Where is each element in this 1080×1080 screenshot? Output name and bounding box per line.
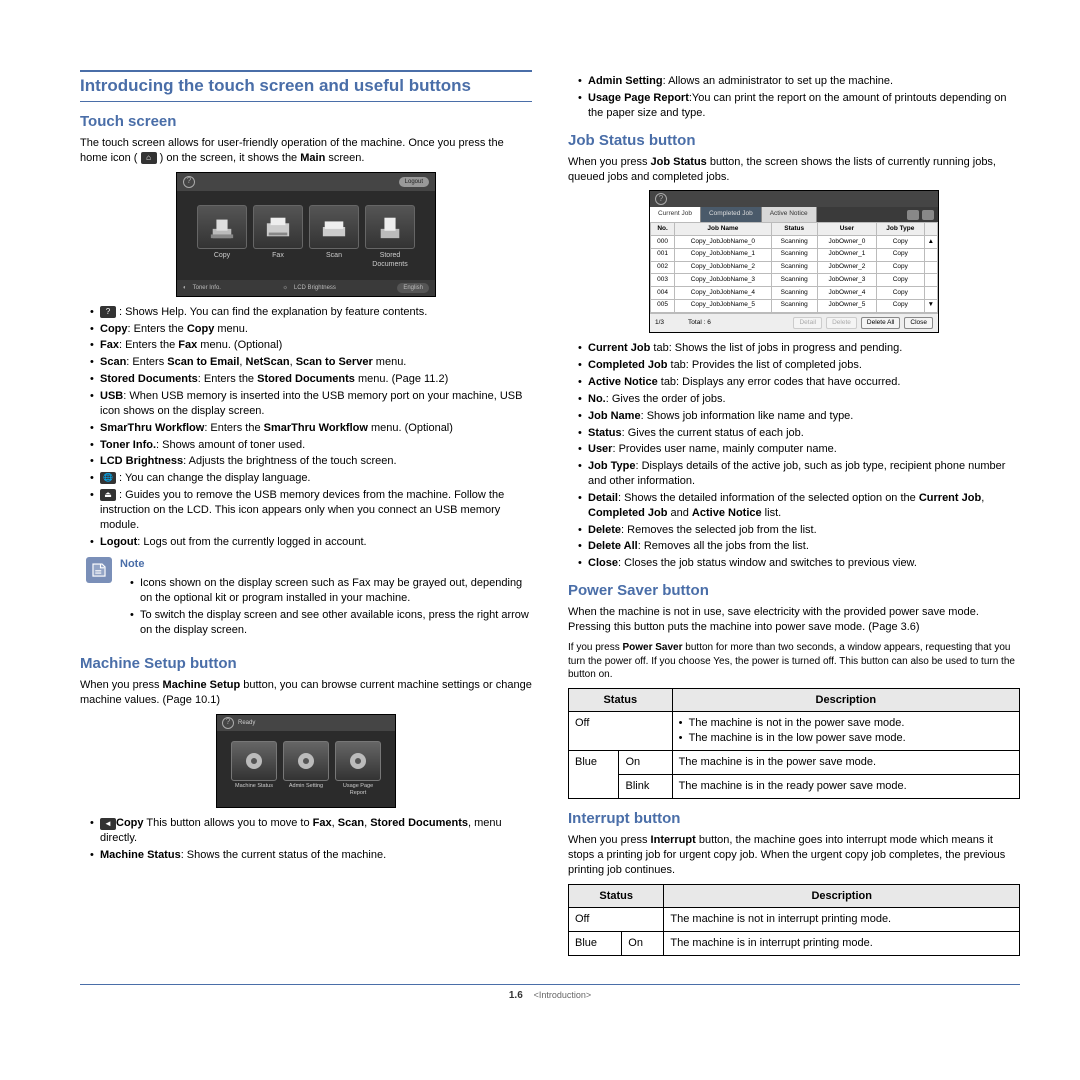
right-top-bullets: Admin Setting: Allows an administrator t… xyxy=(578,74,1020,121)
job-status-mock: ? Current Job Completed Job Active Notic… xyxy=(649,190,939,333)
back-icon: ◄ xyxy=(100,818,116,830)
delete-all-button: Delete All xyxy=(861,317,900,330)
chapter-label: <Introduction> xyxy=(534,990,592,1000)
touch-bullet-list: ? : Shows Help. You can find the explana… xyxy=(90,305,532,550)
job-total: Total : 6 xyxy=(688,319,711,328)
page-footer: 1.6 <Introduction> xyxy=(80,984,1020,1003)
eject-icon: ⏏ xyxy=(100,489,116,501)
job-page-indicator: 1/3 xyxy=(655,319,664,328)
touch-screen-mock: ? Logout CopyFaxScanStored Documents ◐To… xyxy=(176,172,436,297)
interrupt-table: StatusDescriptionOffThe machine is not i… xyxy=(568,884,1020,957)
close-button: Close xyxy=(904,317,933,330)
help-icon: ? xyxy=(183,176,195,188)
power-saver-p1: When the machine is not in use, save ele… xyxy=(568,605,1020,635)
msetup-bullet-list: ◄Copy This button allows you to move to … xyxy=(90,816,532,863)
main-heading: Introducing the touch screen and useful … xyxy=(80,70,532,102)
interrupt-intro: When you press Interrupt button, the mac… xyxy=(568,833,1020,878)
tab-active-notice: Active Notice xyxy=(762,207,817,222)
touch-screen-heading: Touch screen xyxy=(80,112,532,132)
machine-setup-mock: ?Ready Machine StatusAdmin SettingUsage … xyxy=(216,714,396,809)
touch-intro-bold: Main xyxy=(300,152,325,164)
tab-completed-job: Completed Job xyxy=(701,207,762,222)
note-icon xyxy=(86,557,112,583)
language-label: English xyxy=(397,283,429,293)
home-icon: ⌂ xyxy=(141,152,157,164)
interrupt-heading: Interrupt button xyxy=(568,809,1020,829)
delete-button: Delete xyxy=(826,317,857,330)
close-icon xyxy=(922,210,934,220)
toner-info-label: Toner Info. xyxy=(193,284,221,292)
machine-setup-intro: When you press Machine Setup button, you… xyxy=(80,678,532,708)
touch-intro-b: ) on the screen, it shows the xyxy=(160,152,301,164)
power-saver-p2: If you press Power Saver button for more… xyxy=(568,641,1020,682)
touch-intro: The touch screen allows for user-friendl… xyxy=(80,136,532,166)
help-icon: ? xyxy=(222,717,234,729)
globe-icon: 🌐 xyxy=(100,472,116,484)
machine-setup-heading: Machine Setup button xyxy=(80,654,532,674)
page-number: 1.6 xyxy=(509,990,523,1001)
note-label: Note xyxy=(120,557,532,572)
note-items: Icons shown on the display screen such a… xyxy=(130,576,532,637)
job-status-bullets: Current Job tab: Shows the list of jobs … xyxy=(578,341,1020,571)
detail-button: Detail xyxy=(793,317,822,330)
power-saver-heading: Power Saver button xyxy=(568,581,1020,601)
note-block: Note Icons shown on the display screen s… xyxy=(86,557,532,643)
tab-current-job: Current Job xyxy=(650,207,701,222)
lcd-brightness-label: LCD Brightness xyxy=(294,284,336,292)
logout-button-mock: Logout xyxy=(399,177,429,187)
job-status-heading: Job Status button xyxy=(568,131,1020,151)
window-icon xyxy=(907,210,919,220)
right-column: Admin Setting: Allows an administrator t… xyxy=(568,70,1020,966)
help-icon: ? xyxy=(100,306,116,318)
job-status-intro: When you press Job Status button, the sc… xyxy=(568,155,1020,185)
power-saver-table: StatusDescriptionOffThe machine is not i… xyxy=(568,688,1020,799)
left-column: Introducing the touch screen and useful … xyxy=(80,70,532,966)
help-icon: ? xyxy=(655,193,667,205)
touch-intro-c: screen. xyxy=(325,152,364,164)
